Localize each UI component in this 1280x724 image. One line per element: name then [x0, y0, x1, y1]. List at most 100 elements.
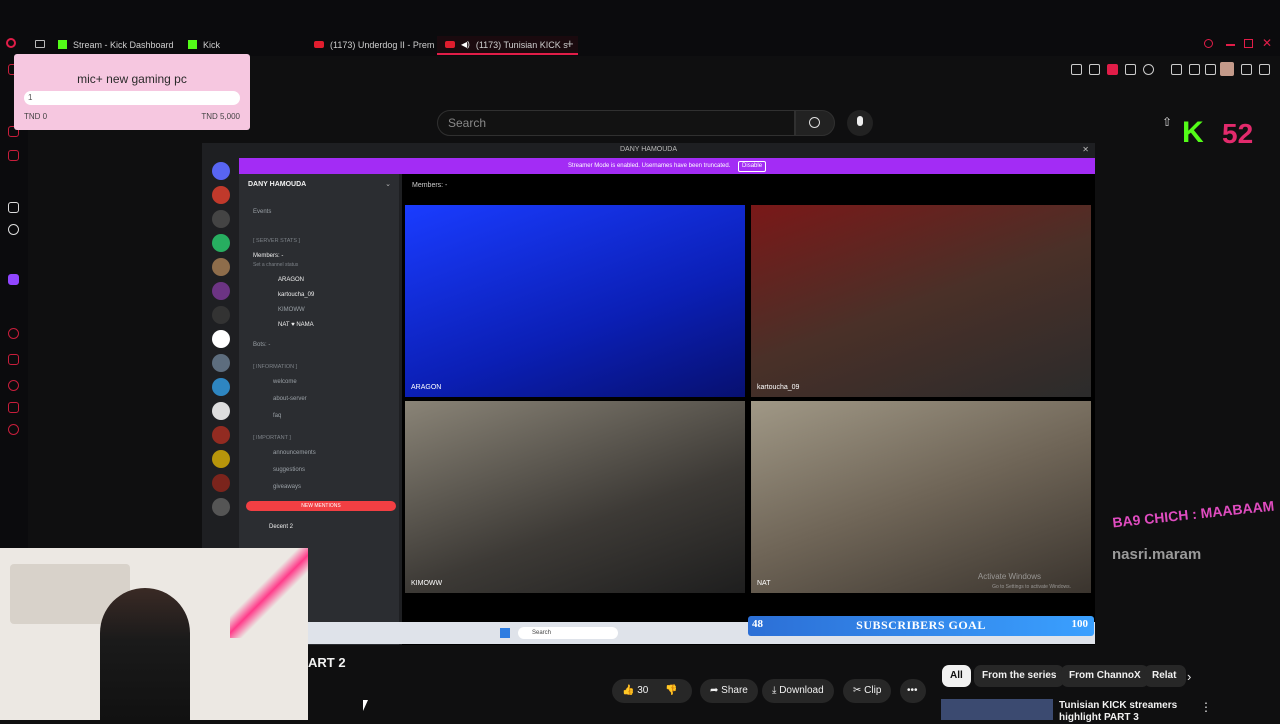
related-video-title[interactable]: Tunisian KICK streamers highlight PART 3 [1059, 700, 1199, 724]
category-server-stats[interactable]: [ SERVER STATS ] [253, 238, 300, 244]
new-mentions-button[interactable]: NEW MENTIONS [246, 501, 396, 511]
server-icon[interactable] [212, 450, 230, 468]
server-icon[interactable] [212, 186, 230, 204]
category-information[interactable]: [ INFORMATION ] [253, 364, 297, 370]
video-tile[interactable]: ARAGON [405, 205, 745, 397]
voice-channel-members[interactable]: Members: - [253, 253, 283, 259]
kick-logo-overlay: K [1182, 116, 1204, 149]
profile-avatar[interactable] [1220, 62, 1234, 76]
server-icon[interactable] [212, 282, 230, 300]
related-video-thumbnail[interactable] [941, 699, 1053, 720]
server-icon[interactable] [212, 354, 230, 372]
bookmark-icon[interactable] [1071, 64, 1082, 75]
download-button[interactable]: ⤓ Download [762, 679, 834, 703]
play-icon[interactable] [1125, 64, 1136, 75]
activate-windows-subtext: Go to Settings to activate Windows. [992, 584, 1071, 590]
server-icon[interactable] [212, 402, 230, 420]
browser-tab-bar: Stream - Kick Dashboard Kick (1173) Unde… [0, 0, 1280, 56]
server-icon[interactable] [212, 378, 230, 396]
text-channel[interactable]: giveaways [273, 484, 301, 490]
new-tab-button[interactable]: + [566, 36, 574, 51]
led-strip [230, 548, 308, 638]
taskbar-search[interactable]: Search [518, 627, 618, 639]
clip-button[interactable]: ✂ Clip [843, 679, 892, 703]
windows-start-icon[interactable] [500, 628, 510, 638]
chip-from-series[interactable]: From the series [974, 665, 1065, 687]
tab-youtube-tunisian-kick[interactable]: ◀) (1173) Tunisian KICK s [437, 36, 578, 55]
sidebar-history-icon[interactable] [8, 380, 19, 391]
server-name[interactable]: DANY HAMOUDA [248, 181, 306, 188]
search-tabs-icon[interactable] [1204, 39, 1213, 48]
wallet-icon[interactable] [1205, 64, 1216, 75]
window-close-icon[interactable]: ✕ [1082, 145, 1089, 154]
like-button[interactable]: 👍 30 [622, 685, 648, 696]
chevron-right-icon[interactable]: › [1187, 669, 1191, 684]
video-tile[interactable]: KIMOWW [405, 401, 745, 593]
dislike-button[interactable]: 👎 [665, 685, 677, 696]
channel-events[interactable]: Events [253, 209, 271, 215]
share-button[interactable]: ➦ Share [700, 679, 758, 703]
puzzle-icon[interactable] [1189, 64, 1200, 75]
upload-icon[interactable]: ⇧ [1162, 115, 1172, 129]
sidebar-music-icon[interactable] [8, 150, 19, 161]
video-tile[interactable]: NAT Activate Windows Go to Settings to a… [751, 401, 1091, 593]
server-icon[interactable] [212, 474, 230, 492]
download-icon[interactable] [1241, 64, 1252, 75]
chip-all[interactable]: All [942, 665, 971, 687]
chip-from-channox[interactable]: From ChannoX [1061, 665, 1149, 687]
chevron-down-icon[interactable]: ⌄ [385, 180, 391, 188]
menu-icon[interactable] [1259, 64, 1270, 75]
search-button[interactable] [795, 110, 835, 136]
sidebar-flow-icon[interactable] [8, 354, 19, 365]
video-tile[interactable]: kartoucha_09 [751, 205, 1091, 397]
close-icon[interactable]: ✕ [1262, 36, 1272, 50]
minimize-icon[interactable] [1226, 44, 1235, 46]
server-icon[interactable] [212, 498, 230, 516]
voice-user[interactable]: ARAGON [278, 277, 304, 283]
voice-user[interactable]: kartoucha_09 [278, 292, 314, 298]
youtube-icon [314, 41, 324, 48]
more-actions-button[interactable]: ••• [900, 679, 926, 703]
sidebar-settings-icon[interactable] [8, 424, 19, 435]
opera-logo-icon[interactable] [6, 38, 16, 48]
extension-icon[interactable] [1171, 64, 1182, 75]
youtube-search-input[interactable]: Search [437, 110, 795, 136]
disable-streamer-mode-button[interactable]: Disable [738, 161, 767, 172]
heart-icon[interactable] [1143, 64, 1154, 75]
tab-kick[interactable]: Kick [180, 36, 316, 53]
voice-search-button[interactable] [847, 110, 873, 136]
sidebar-twitch-icon[interactable] [8, 274, 19, 285]
user-panel-name[interactable]: Decent 2 [269, 524, 293, 530]
server-icon[interactable] [212, 330, 230, 348]
search-icon [809, 117, 820, 128]
text-channel[interactable]: welcome [273, 379, 297, 385]
sidebar-aria-icon[interactable] [8, 202, 19, 213]
chip-related[interactable]: Relat [1144, 665, 1186, 687]
text-channel[interactable]: about-server [273, 396, 307, 402]
sidebar-player-icon[interactable] [8, 328, 19, 339]
text-channel[interactable]: faq [273, 413, 281, 419]
server-icon[interactable] [212, 258, 230, 276]
text-channel[interactable]: suggestions [273, 467, 305, 473]
server-icon[interactable] [212, 210, 230, 228]
server-icon[interactable] [212, 162, 230, 180]
voice-user[interactable]: KIMOWW [278, 307, 305, 313]
tab-kick-dashboard[interactable]: Stream - Kick Dashboard [50, 36, 191, 53]
speaker-icon[interactable]: ◀) [461, 40, 470, 49]
sidebar-extensions-icon[interactable] [8, 402, 19, 413]
snapshot-icon[interactable] [1089, 64, 1100, 75]
server-icon[interactable] [212, 306, 230, 324]
category-important[interactable]: [ IMPORTANT ] [253, 435, 291, 441]
goal-progress-bar: 1 [24, 91, 240, 105]
maximize-icon[interactable] [1244, 39, 1253, 48]
server-icon[interactable] [212, 426, 230, 444]
kebab-menu-icon[interactable]: ⋮ [1200, 700, 1212, 714]
voice-user[interactable]: NAT ♥ NAMA [278, 322, 314, 328]
tab-overview-icon[interactable] [35, 40, 45, 48]
sidebar-chatgpt-icon[interactable] [8, 224, 19, 235]
shield-icon[interactable] [1107, 64, 1118, 75]
text-channel[interactable]: announcements [273, 450, 316, 456]
tab-youtube-underdog[interactable]: (1173) Underdog II - Prem [306, 36, 447, 53]
voice-channel-bots[interactable]: Bots: - [253, 342, 270, 348]
server-icon[interactable] [212, 234, 230, 252]
